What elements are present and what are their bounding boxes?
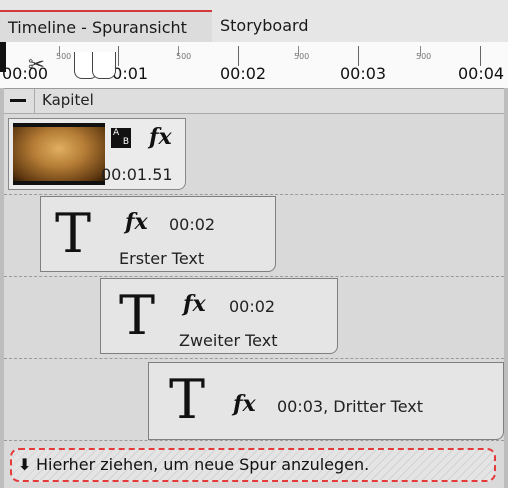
ruler-minor-label: 500 (416, 52, 432, 61)
ruler-minor-label: 500 (56, 52, 72, 61)
clip-thumbnail (13, 123, 105, 185)
chapter-row[interactable]: Kapitel (4, 89, 504, 114)
media-clip[interactable]: AB fx 00:01.51 (8, 118, 186, 190)
playhead[interactable] (0, 42, 6, 72)
text-object-icon: T (55, 202, 92, 265)
tab-bar: Timeline - Spuransicht Storyboard (0, 0, 508, 42)
text-clip[interactable]: T fx 00:03, Dritter Text (148, 362, 504, 440)
effects-icon[interactable]: fx (233, 391, 256, 417)
clip-duration: 00:02 (169, 215, 216, 234)
effects-icon[interactable]: fx (183, 291, 206, 317)
scissors-icon[interactable]: ✂ (28, 52, 45, 76)
ruler-time-label: 00:03 (340, 64, 387, 83)
ruler-time-label: 00:04 (458, 64, 505, 83)
text-clip[interactable]: T fx 00:02 Zweiter Text (100, 278, 338, 354)
range-end-marker[interactable] (92, 52, 116, 79)
clip-duration: 00:02 (229, 297, 276, 316)
chapter-label: Kapitel (42, 91, 94, 109)
clip-duration: 00:01.51 (101, 165, 173, 184)
clip-duration-and-name: 00:03, Dritter Text (277, 397, 424, 416)
clip-name: Erster Text (119, 249, 205, 268)
arrow-down-icon: ⬇ (18, 455, 32, 474)
ruler-minor-label: 500 (176, 52, 192, 61)
text-object-icon: T (119, 284, 156, 347)
effects-icon[interactable]: fx (149, 124, 172, 150)
new-track-drop-zone[interactable]: ⬇ Hierher ziehen, um neue Spur anzulegen… (10, 448, 496, 482)
effects-icon[interactable]: fx (125, 209, 148, 235)
collapse-icon[interactable] (10, 99, 26, 102)
ruler-time-label: 00:02 (220, 64, 267, 83)
drop-zone-label: Hierher ziehen, um neue Spur anzulegen. (36, 455, 370, 474)
clip-name: Zweiter Text (179, 331, 278, 350)
track-area-border-right (504, 88, 508, 488)
tab-timeline-track-view[interactable]: Timeline - Spuransicht (0, 10, 212, 42)
transition-ab-icon[interactable]: AB (111, 128, 131, 148)
text-clip[interactable]: T fx 00:02 Erster Text (40, 196, 276, 272)
text-object-icon: T (169, 368, 206, 431)
ruler-minor-label: 500 (294, 52, 310, 61)
tab-storyboard[interactable]: Storyboard (212, 10, 312, 42)
